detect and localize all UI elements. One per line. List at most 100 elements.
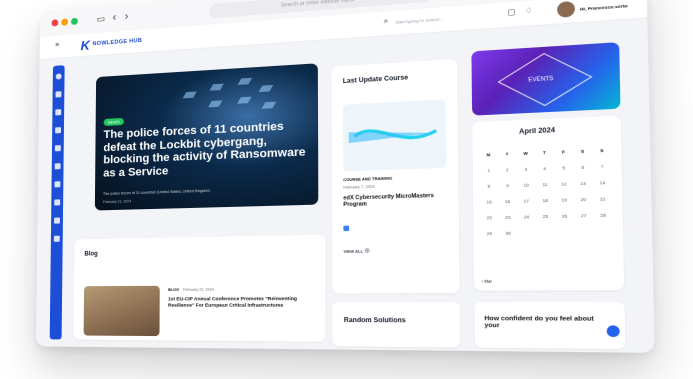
hero-subtitle: The police forces of 11 countries (Unite… [103,188,211,197]
calendar-day[interactable]: 19 [558,198,571,203]
calendar-day[interactable]: 29 [483,232,495,237]
address-bar-placeholder: Search or enter website name [280,0,356,9]
docs-icon[interactable] [54,199,61,206]
calendar-day[interactable]: 17 [520,199,533,204]
calendar-day[interactable]: 25 [539,214,552,220]
weekday-label: T [542,150,546,156]
news-tag: NEWS [103,117,124,126]
weekday-label: T [505,152,509,157]
random-solutions-card: Random Solutions [332,302,461,348]
course-category: COURSE AND TRAINING [343,176,393,183]
courses-icon[interactable] [55,109,62,116]
blog-card: Blog BLOG February 22, 2024 1st EU-CIP A… [73,234,326,342]
calendar-icon[interactable] [55,127,62,134]
calendar-day[interactable]: 20 [577,197,590,203]
course-section-title: Last Update Course [342,75,409,86]
help-icon[interactable] [53,235,60,242]
browser-window: ▭ ‹ › Search or enter website name + ❐ ≡… [35,0,655,353]
survey-question: How confident do you feel about your [484,315,594,330]
blog-post-title[interactable]: 1st EU-CIP Annual Conference Promotes "R… [168,296,298,309]
blog-image[interactable] [83,285,160,337]
calendar-day[interactable]: 6 [576,165,589,170]
calendar-month: April 2024 [519,127,556,136]
calendar-day[interactable]: 30 [502,231,514,236]
calendar-day[interactable]: 7 [596,165,609,170]
course-image[interactable] [342,99,447,172]
hero-title[interactable]: The police forces of 11 countries defeat… [103,119,310,180]
calendar-day[interactable]: 2 [501,168,513,173]
calendar-day[interactable]: 9 [501,184,513,189]
calendar-day[interactable]: 23 [502,215,514,220]
bell-icon[interactable]: ♢ [525,6,533,15]
search-icon[interactable]: ⌕ [384,18,389,27]
calendar-day[interactable]: 10 [520,183,533,188]
calendar-day[interactable]: 1 [483,168,495,174]
calendar-grid: M T W T F S S 1 2 3 4 5 6 7 8 9 10 11 12 13 14 15 16 17 18 19 20 21… [472,116,620,237]
people-icon[interactable] [54,145,61,152]
logo-text[interactable]: NOWLEDGE HUB [92,38,142,48]
settings-icon[interactable] [54,217,60,224]
avatar[interactable] [557,0,575,18]
weekday-label: S [600,148,604,154]
calendar-day[interactable]: 24 [520,215,533,220]
calendar-day[interactable]: 11 [539,182,552,188]
hero-news-card[interactable]: NEWS The police forces of 11 countries d… [94,63,319,211]
blog-category: BLOG [168,287,180,293]
close-dot-icon[interactable] [51,19,59,27]
survey-card: How confident do you feel about your [474,301,626,350]
calendar-day[interactable]: 21 [596,197,609,202]
calendar-day[interactable]: 16 [501,199,513,205]
logo-letter[interactable]: K [81,38,90,54]
course-title[interactable]: edX Cybersecurity MicroMasters Program [343,192,446,209]
weekday-label: S [580,149,585,154]
random-solutions-title: Random Solutions [343,317,406,325]
browser-scene: ▭ ‹ › Search or enter website name + ❐ ≡… [0,0,693,379]
calendar-day[interactable]: 18 [539,198,552,204]
user-name[interactable]: Hi, Francesco.verto [580,3,628,12]
weekday-label: W [523,151,528,157]
maximize-dot-icon[interactable] [70,17,78,26]
calendar-day[interactable]: 13 [577,181,590,186]
chat-side-icon[interactable] [54,181,61,188]
prev-month-link[interactable]: ‹ Mar [481,279,491,284]
view-all-link[interactable]: VIEW ALL [344,249,364,254]
events-label: EVENTS [528,75,554,84]
view-all-icon[interactable]: ⊕ [364,247,370,255]
home-icon[interactable] [55,73,62,80]
last-update-course-card: Last Update Course COURSE AND TRAINING F… [331,58,460,294]
search-input[interactable]: Start typing to search... [395,16,443,25]
calendar-day[interactable]: 26 [558,214,571,219]
screenshot-stage: ▭ ‹ › Search or enter website name + ❐ ≡… [0,0,693,379]
hero-date: February 21, 2024 [102,199,132,205]
recaptcha-icon[interactable] [606,325,620,338]
calendar-day[interactable]: 12 [558,182,571,187]
blog-date: February 22, 2024 [182,287,215,292]
weekday-label: F [561,150,565,155]
sidebar-toggle-icon[interactable]: ▭ [97,11,106,26]
calendar-day[interactable]: 22 [483,216,495,221]
events-banner[interactable]: EVENTS [471,42,621,116]
calendar-day[interactable]: 3 [520,167,533,172]
calendar-card: April 2024 M T W T F S S 1 2 3 4 5 6 7 8 9 10 11 12 13 14 15 1… [472,115,625,291]
blog-section-title: Blog [84,251,98,258]
course-illustration [343,99,446,171]
like-icon[interactable] [343,225,350,232]
tools-icon[interactable] [54,163,61,170]
forward-icon[interactable]: › [125,10,129,24]
calendar-day[interactable]: 14 [596,181,609,186]
news-icon[interactable] [55,91,62,98]
calendar-day[interactable]: 5 [557,166,570,171]
calendar-day[interactable]: 27 [577,214,590,219]
calendar-day[interactable]: 8 [483,184,495,189]
weekday-label: M [486,152,491,158]
chat-icon[interactable]: ▢ [507,7,515,17]
calendar-day[interactable]: 28 [597,213,610,218]
calendar-day[interactable]: 15 [483,200,495,205]
calendar-day[interactable]: 4 [538,166,551,172]
course-date: February 7, 2024 [343,184,375,190]
back-icon[interactable]: ‹ [113,11,117,25]
left-sidebar [49,65,65,340]
menu-icon[interactable]: ≡ [55,42,59,49]
prev-month-label: Mar [484,279,492,284]
minimize-dot-icon[interactable] [61,18,69,26]
